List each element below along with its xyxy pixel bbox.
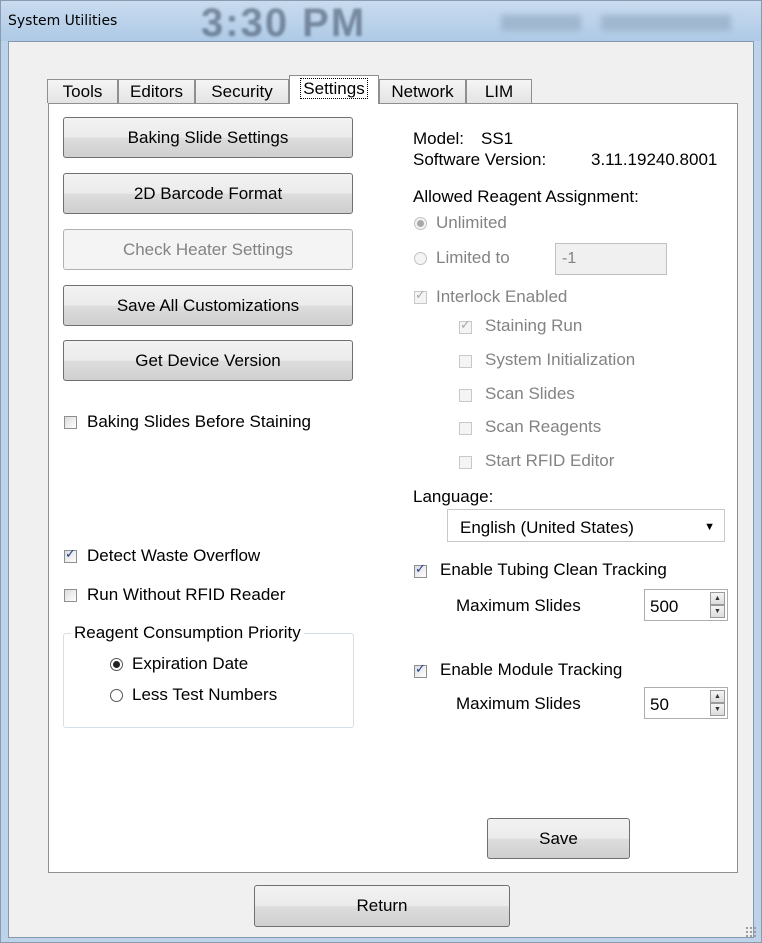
chevron-down-icon: ▼ [704,521,715,533]
tab-label: Editors [130,82,183,101]
language-label: Language: [413,487,494,506]
run-without-rfid-checkbox[interactable] [64,589,77,602]
language-dropdown[interactable]: English (United States) ▼ [447,509,725,542]
scan-reagents-label: Scan Reagents [485,417,602,436]
software-version-label: Software Version: [413,150,547,169]
enable-tubing-clean-tracking-label: Enable Tubing Clean Tracking [440,560,667,579]
scan-slides-checkbox[interactable] [459,389,472,402]
tab-network[interactable]: Network [379,79,466,103]
tab-label: Tools [62,82,103,101]
model-label: Model: [413,129,465,148]
unlimited-radio[interactable] [414,217,427,230]
window-title: System Utilities [8,13,118,29]
reagent-priority-title: Reagent Consumption Priority [71,623,304,643]
start-rfid-editor-label: Start RFID Editor [485,451,615,470]
tubing-max-slides-value: 500 [650,597,679,616]
settings-panel [48,103,738,873]
baking-slides-label: Baking Slides Before Staining [87,412,311,431]
interlock-enabled-label: Interlock Enabled [436,287,568,306]
allowed-reagent-assignment-label: Allowed Reagent Assignment: [413,187,639,206]
detect-waste-overflow-label: Detect Waste Overflow [87,546,261,565]
limited-to-label: Limited to [436,248,510,267]
unlimited-label: Unlimited [436,213,507,232]
background-blur [601,15,731,31]
detect-waste-overflow-checkbox[interactable] [64,547,77,563]
scan-reagents-checkbox[interactable] [459,422,472,435]
tab-settings[interactable]: Settings [289,75,379,104]
tab-label: Network [391,82,454,101]
limited-to-input[interactable]: -1 [555,243,667,275]
module-max-slides-value: 50 [650,695,669,714]
spin-up-icon[interactable]: ▲ [710,690,725,703]
staining-run-checkbox[interactable] [459,318,472,334]
baking-slide-settings-button[interactable]: Baking Slide Settings [63,117,353,158]
tab-tools[interactable]: Tools [47,79,118,103]
module-max-slides-label: Maximum Slides [456,694,581,713]
spin-down-icon[interactable]: ▼ [710,703,725,716]
spin-up-icon[interactable]: ▲ [710,592,725,605]
check-heater-settings-button[interactable]: Check Heater Settings [63,229,353,270]
tab-label: Settings [300,78,368,99]
return-button[interactable]: Return [254,885,510,927]
less-test-numbers-radio[interactable] [110,689,123,702]
reagent-priority-group [63,633,354,728]
scan-slides-label: Scan Slides [485,384,575,403]
model-value: SS1 [481,129,514,148]
tab-editors[interactable]: Editors [118,79,195,103]
spin-down-icon[interactable]: ▼ [710,605,725,618]
run-without-rfid-label: Run Without RFID Reader [87,585,286,604]
enable-module-tracking-label: Enable Module Tracking [440,660,623,679]
spinner-arrows: ▲ ▼ [710,690,725,716]
tubing-max-slides-label: Maximum Slides [456,596,581,615]
module-max-slides-spinner[interactable]: 50 ▲ ▼ [644,687,728,719]
title-bar[interactable]: 3:30 PM System Utilities [1,1,761,41]
baking-slides-checkbox[interactable] [64,416,77,429]
system-initialization-checkbox[interactable] [459,355,472,368]
interlock-enabled-checkbox[interactable] [414,288,427,304]
resize-grip-icon[interactable] [745,926,757,938]
tab-lim[interactable]: LIM [466,79,532,103]
get-device-version-button[interactable]: Get Device Version [63,340,353,381]
barcode-format-button[interactable]: 2D Barcode Format [63,173,353,214]
tab-label: Security [211,82,273,101]
background-clock: 3:30 PM [201,1,367,41]
expiration-date-radio[interactable] [110,658,123,671]
software-version-value: 3.11.19240.8001 [591,150,718,169]
staining-run-label: Staining Run [485,316,583,335]
save-button[interactable]: Save [487,818,630,859]
background-blur [501,15,581,31]
system-utilities-window: 3:30 PM System Utilities Tools Editors S… [0,0,762,943]
enable-tubing-clean-tracking-checkbox[interactable] [414,562,427,578]
limited-to-radio[interactable] [414,252,427,265]
enable-module-tracking-checkbox[interactable] [414,662,427,678]
tab-security[interactable]: Security [195,79,289,103]
language-value: English (United States) [460,518,634,537]
tubing-max-slides-spinner[interactable]: 500 ▲ ▼ [644,589,728,621]
less-test-numbers-label: Less Test Numbers [132,685,278,704]
save-all-customizations-button[interactable]: Save All Customizations [63,285,353,326]
start-rfid-editor-checkbox[interactable] [459,456,472,469]
tab-label: LIM [484,82,514,101]
expiration-date-label: Expiration Date [132,654,249,673]
system-initialization-label: System Initialization [485,350,636,369]
spinner-arrows: ▲ ▼ [710,592,725,618]
